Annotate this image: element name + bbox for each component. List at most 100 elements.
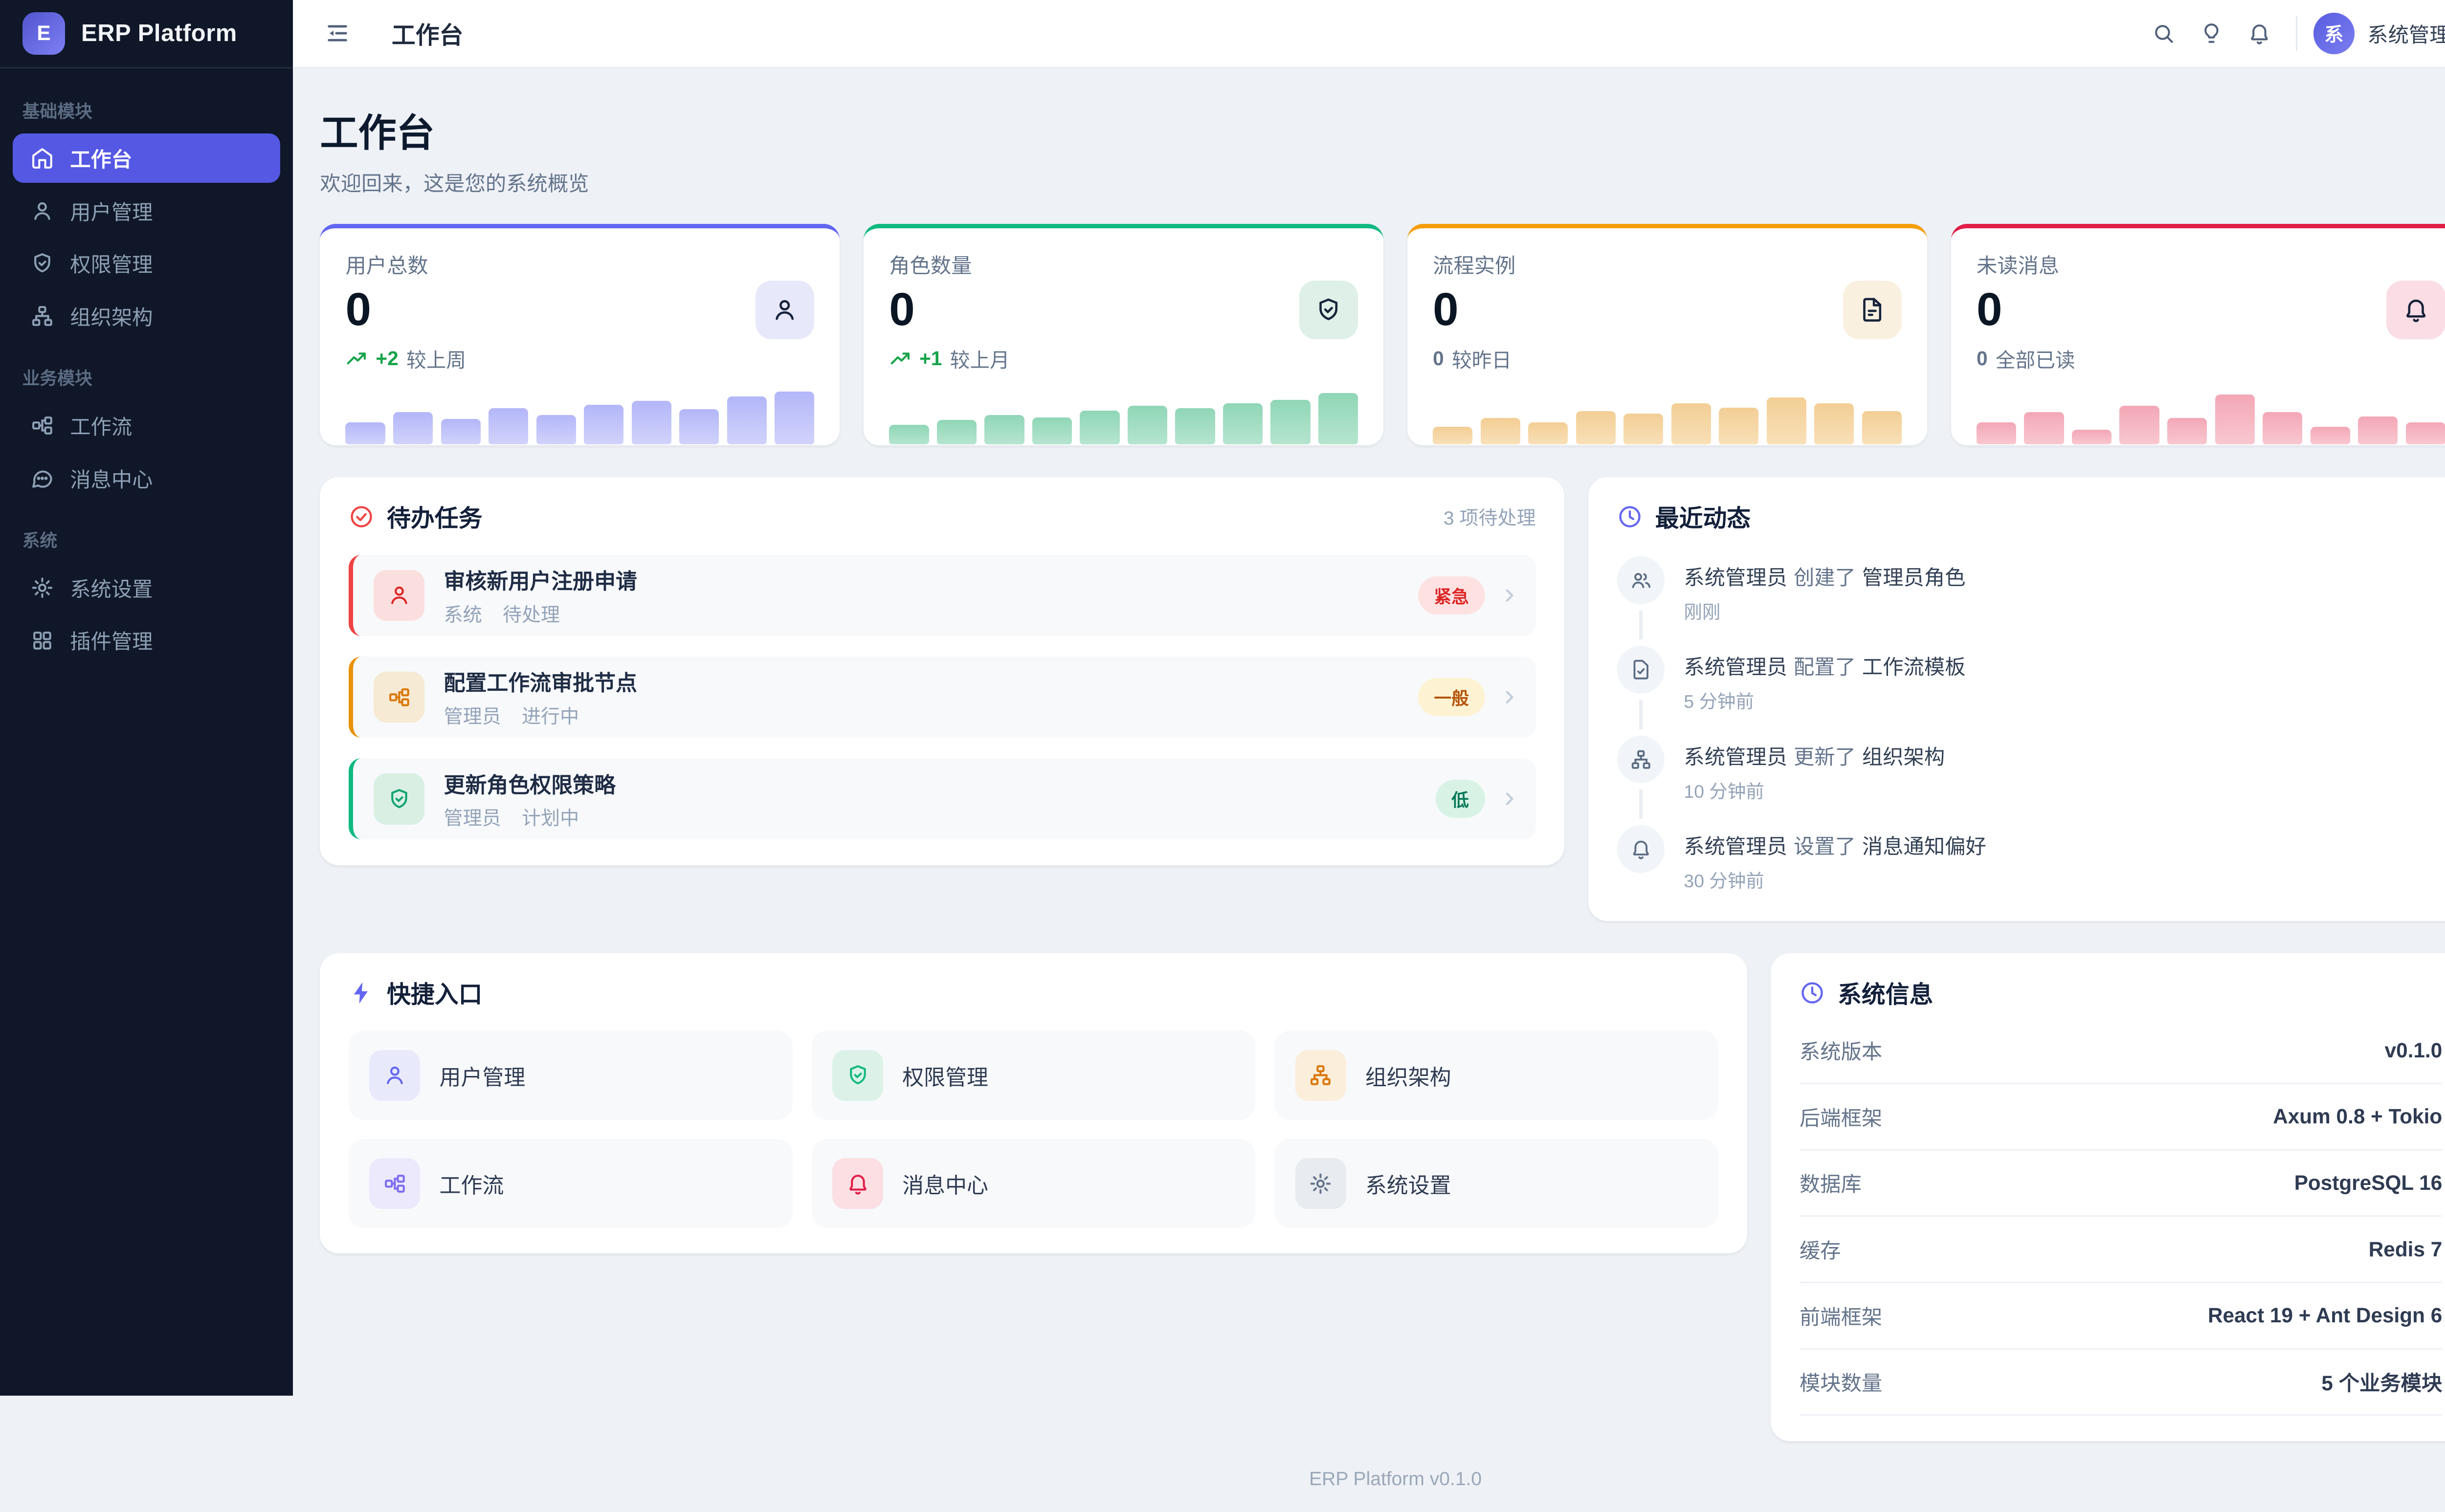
chevron-right-icon bbox=[1499, 789, 1520, 809]
stat-card-users: 用户总数 0 +2 较上周 bbox=[320, 224, 840, 445]
sidebar-item-plugins[interactable]: 插件管理 bbox=[13, 616, 280, 665]
sidebar-collapse-button[interactable] bbox=[322, 18, 354, 49]
stat-label: 用户总数 bbox=[345, 254, 428, 277]
trend-text: 较上月 bbox=[950, 349, 1010, 372]
quick-link-organization[interactable]: 组织架构 bbox=[1274, 1030, 1718, 1120]
activity-action: 设置了 bbox=[1793, 834, 1856, 858]
sidebar-item-label: 用户管理 bbox=[70, 200, 153, 224]
info-value: Axum 0.8 + Tokio bbox=[2273, 1105, 2443, 1128]
theme-button[interactable] bbox=[2187, 10, 2235, 58]
task-title: 更新角色权限策略 bbox=[444, 773, 616, 797]
bell-icon bbox=[2247, 22, 2271, 45]
info-row: 系统版本 v0.1.0 bbox=[1799, 1018, 2443, 1085]
org-chart-icon bbox=[30, 304, 54, 328]
mini-bar-chart bbox=[1433, 386, 1902, 445]
search-button[interactable] bbox=[2140, 10, 2188, 58]
stat-trend: 0 全部已读 bbox=[1977, 344, 2445, 373]
quick-link-messages[interactable]: 消息中心 bbox=[811, 1139, 1256, 1228]
quick-link-users[interactable]: 用户管理 bbox=[348, 1030, 793, 1120]
info-row: 模块数量 5 个业务模块 bbox=[1799, 1350, 2443, 1416]
activity-object: 工作流模板 bbox=[1862, 656, 1966, 679]
stat-value: 0 bbox=[1976, 284, 2002, 335]
file-check-icon bbox=[1617, 646, 1665, 694]
bell-icon bbox=[1617, 825, 1665, 873]
activity-item: 系统管理员 更新了 组织架构 10 分钟前 bbox=[1617, 735, 2443, 825]
gear-icon bbox=[30, 576, 54, 600]
trend-number: +2 bbox=[376, 347, 399, 370]
priority-badge: 紧急 bbox=[1418, 576, 1485, 614]
sidebar-item-permissions[interactable]: 权限管理 bbox=[13, 239, 280, 288]
chevron-right-icon bbox=[1499, 687, 1520, 707]
stat-label: 角色数量 bbox=[889, 254, 972, 277]
sidebar-item-workbench[interactable]: 工作台 bbox=[13, 133, 281, 183]
sidebar-item-label: 插件管理 bbox=[70, 630, 153, 654]
top-header: 工作台 系 系统管理员 bbox=[293, 0, 2445, 68]
stat-trend: 0 较昨日 bbox=[1433, 344, 1902, 373]
info-row: 前端框架 React 19 + Ant Design 6 bbox=[1799, 1283, 2443, 1350]
mini-bar-chart bbox=[889, 386, 1358, 445]
task-source: 管理员 bbox=[444, 706, 501, 727]
activity-object: 管理员角色 bbox=[1862, 566, 1966, 589]
quick-link-label: 组织架构 bbox=[1365, 1065, 1451, 1090]
notifications-button[interactable] bbox=[2235, 10, 2283, 58]
quick-link-label: 消息中心 bbox=[902, 1173, 988, 1198]
quick-link-label: 用户管理 bbox=[439, 1065, 526, 1090]
trend-text: 较昨日 bbox=[1452, 349, 1512, 372]
info-row: 数据库 PostgreSQL 16 bbox=[1799, 1151, 2443, 1217]
activity-actor: 系统管理员 bbox=[1684, 834, 1787, 858]
user-name[interactable]: 系统管理员 bbox=[2367, 19, 2445, 48]
stat-cards: 用户总数 0 +2 较上周 角色数量 0 +1 较上月 流程实例 0 0 较昨日… bbox=[320, 224, 2445, 445]
task-title: 审核新用户注册申请 bbox=[444, 569, 637, 593]
activity-actor: 系统管理员 bbox=[1684, 745, 1787, 768]
workflow-icon bbox=[374, 672, 425, 723]
trending-up-icon bbox=[345, 348, 368, 370]
info-label: 系统版本 bbox=[1799, 1040, 1883, 1064]
sidebar-item-messages[interactable]: 消息中心 bbox=[13, 454, 280, 503]
main-area: 工作台 系 系统管理员 工作台 欢迎回来，这是您的系统概览 用户总数 0 bbox=[293, 0, 2445, 1490]
info-label: 前端框架 bbox=[1799, 1305, 1883, 1329]
system-info-list: 系统版本 v0.1.0 后端框架 Axum 0.8 + Tokio 数据库 Postg… bbox=[1799, 1018, 2443, 1416]
quick-link-settings[interactable]: 系统设置 bbox=[1274, 1139, 1718, 1228]
stat-card-messages: 未读消息 0 0 全部已读 bbox=[1951, 224, 2445, 445]
activity-time: 30 分钟前 bbox=[1684, 870, 1764, 891]
message-icon bbox=[30, 466, 54, 490]
sidebar: E ERP Platform 基础模块 工作台 用户管理 权限管理 组织架构 业… bbox=[0, 0, 293, 1396]
gear-icon bbox=[1295, 1158, 1346, 1209]
sidebar-item-settings[interactable]: 系统设置 bbox=[13, 563, 280, 613]
logo-mark: E bbox=[22, 12, 66, 55]
sidebar-item-label: 工作流 bbox=[70, 416, 133, 439]
page-subtitle: 欢迎回来，这是您的系统概览 bbox=[320, 172, 589, 195]
avatar[interactable]: 系 bbox=[2313, 13, 2355, 54]
task-row[interactable]: 更新角色权限策略 管理员 计划中 低 bbox=[348, 758, 1536, 840]
sidebar-item-workflow[interactable]: 工作流 bbox=[13, 401, 280, 450]
info-row: 后端框架 Axum 0.8 + Tokio bbox=[1799, 1084, 2443, 1151]
quick-link-workflow[interactable]: 工作流 bbox=[348, 1139, 793, 1228]
info-row: 缓存 Redis 7 bbox=[1799, 1217, 2443, 1283]
sidebar-item-label: 权限管理 bbox=[70, 253, 153, 277]
check-circle-icon bbox=[349, 504, 374, 529]
sidebar-item-label: 消息中心 bbox=[70, 468, 153, 491]
sidebar-item-organization[interactable]: 组织架构 bbox=[13, 291, 280, 341]
activity-action: 配置了 bbox=[1793, 656, 1856, 679]
org-chart-icon bbox=[1295, 1050, 1346, 1101]
task-row[interactable]: 配置工作流审批节点 管理员 进行中 一般 bbox=[348, 657, 1536, 738]
bell-icon bbox=[2386, 280, 2445, 340]
task-row[interactable]: 审核新用户注册申请 系统 待处理 紧急 bbox=[348, 554, 1536, 636]
lightning-icon bbox=[349, 980, 374, 1006]
header-title: 工作台 bbox=[391, 22, 464, 49]
sidebar-item-label: 组织架构 bbox=[70, 306, 153, 329]
activity-item: 系统管理员 配置了 工作流模板 5 分钟前 bbox=[1617, 646, 2443, 735]
activity-actor: 系统管理员 bbox=[1684, 566, 1787, 589]
priority-badge: 低 bbox=[1435, 780, 1485, 818]
plugin-icon bbox=[30, 629, 54, 653]
todo-count: 3 项待处理 bbox=[1443, 507, 1536, 529]
activity-item: 系统管理员 设置了 消息通知偏好 30 分钟前 bbox=[1617, 825, 2443, 896]
info-value: React 19 + Ant Design 6 bbox=[2207, 1304, 2443, 1327]
task-status: 计划中 bbox=[521, 808, 579, 830]
quick-link-permissions[interactable]: 权限管理 bbox=[811, 1030, 1256, 1120]
sidebar-item-users[interactable]: 用户管理 bbox=[13, 186, 280, 236]
page-content: 工作台 欢迎回来，这是您的系统概览 用户总数 0 +2 较上周 角色数量 0 +… bbox=[293, 68, 2445, 1512]
info-value: Redis 7 bbox=[2368, 1237, 2443, 1261]
nav-group-label: 基础模块 bbox=[22, 101, 92, 121]
mini-bar-chart bbox=[345, 386, 815, 445]
